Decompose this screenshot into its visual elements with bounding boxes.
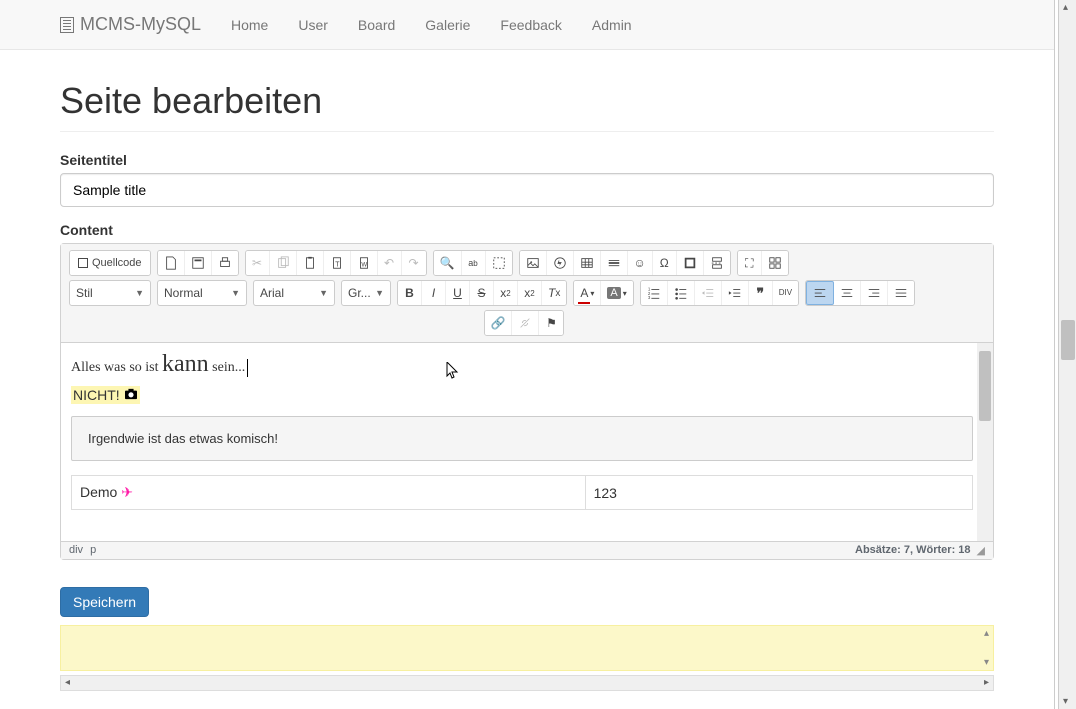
image-button[interactable]	[520, 251, 547, 275]
title-label: Seitentitel	[60, 152, 994, 168]
table-button[interactable]	[574, 251, 601, 275]
editor-content-area[interactable]: Alles was so ist kann sein... NICHT! Irg…	[61, 343, 993, 541]
removeformat-button[interactable]: Tx	[542, 281, 566, 305]
bottom-panel: ▴ ▾	[60, 625, 994, 671]
svg-text:3: 3	[648, 295, 651, 300]
panel-arrow-up[interactable]: ▴	[984, 628, 989, 639]
replace-button[interactable]: ab	[462, 251, 486, 275]
format-combo[interactable]: Normal▼	[157, 280, 247, 306]
content-table: Demo ✈ 123	[71, 475, 973, 510]
style-combo[interactable]: Stil▼	[69, 280, 151, 306]
nav-board[interactable]: Board	[343, 17, 410, 33]
blockquote-button[interactable]: ❞	[749, 281, 773, 305]
strike-button[interactable]: S	[470, 281, 494, 305]
copy-button[interactable]	[270, 251, 297, 275]
page-title: Seite bearbeiten	[60, 80, 994, 132]
paste-text-button[interactable]: T	[324, 251, 351, 275]
cut-button[interactable]: ✂	[246, 251, 270, 275]
svg-text:T: T	[335, 262, 340, 269]
brand[interactable]: MCMS-MySQL	[60, 14, 216, 35]
panel-arrow-down[interactable]: ▾	[984, 657, 989, 668]
align-justify-button[interactable]	[888, 281, 914, 305]
editor-toolbar: Quellcode ✂ T W ↶	[61, 244, 993, 343]
font-combo[interactable]: Arial▼	[253, 280, 335, 306]
brand-icon	[60, 17, 74, 33]
specialchar-button[interactable]: Ω	[653, 251, 677, 275]
svg-text:W: W	[361, 262, 367, 269]
indent-button[interactable]	[722, 281, 749, 305]
resize-handle[interactable]: ◢	[977, 544, 985, 557]
italic-button[interactable]: I	[422, 281, 446, 305]
undo-button[interactable]: ↶	[378, 251, 402, 275]
bgcolor-button[interactable]: A▾	[601, 281, 632, 305]
brand-text: MCMS-MySQL	[80, 14, 201, 35]
preview-button[interactable]	[185, 251, 212, 275]
nav-admin[interactable]: Admin	[577, 17, 647, 33]
nav-galerie[interactable]: Galerie	[410, 17, 485, 33]
table-row: Demo ✈ 123	[72, 476, 973, 510]
save-button[interactable]: Speichern	[60, 587, 149, 617]
wordcount: Absätze: 7, Wörter: 18	[855, 544, 971, 557]
content-quote: Irgendwie ist das etwas komisch!	[71, 416, 973, 461]
nav-home[interactable]: Home	[216, 17, 283, 33]
size-combo[interactable]: Gr...▼	[341, 280, 391, 306]
link-button[interactable]: 🔗	[485, 311, 513, 335]
selectall-button[interactable]	[486, 251, 512, 275]
page-vscroll[interactable]: ▴ ▾	[1058, 0, 1076, 709]
align-right-button[interactable]	[861, 281, 888, 305]
horizontal-scrollbar[interactable]: ◂▸	[60, 675, 994, 691]
content-line-1: Alles was so ist kann sein...	[71, 351, 973, 378]
bulletlist-button[interactable]	[668, 281, 695, 305]
plane-icon: ✈	[121, 484, 133, 500]
iframe-button[interactable]	[677, 251, 704, 275]
underline-button[interactable]: U	[446, 281, 470, 305]
superscript-button[interactable]: x2	[518, 281, 542, 305]
editor-vscroll[interactable]	[977, 343, 993, 541]
numberlist-button[interactable]: 123	[641, 281, 668, 305]
nav-user[interactable]: User	[283, 17, 343, 33]
hr-button[interactable]	[601, 251, 628, 275]
outdent-button[interactable]	[695, 281, 722, 305]
source-button[interactable]: Quellcode	[70, 251, 150, 275]
align-left-button[interactable]	[806, 281, 834, 305]
content-label: Content	[60, 222, 994, 238]
rich-text-editor: Quellcode ✂ T W ↶	[60, 243, 994, 560]
smiley-button[interactable]: ☺	[628, 251, 653, 275]
bold-button[interactable]: B	[398, 281, 422, 305]
div-button[interactable]: DIV	[773, 281, 798, 305]
unlink-button[interactable]	[512, 311, 539, 335]
paste-word-button[interactable]: W	[351, 251, 378, 275]
top-navbar: MCMS-MySQL Home User Board Galerie Feedb…	[0, 0, 1054, 50]
camera-icon	[124, 387, 138, 403]
newpage-button[interactable]	[158, 251, 185, 275]
showblocks-button[interactable]	[762, 251, 788, 275]
flash-button[interactable]	[547, 251, 574, 275]
editor-statusbar: div p Absätze: 7, Wörter: 18 ◢	[61, 541, 993, 559]
paste-button[interactable]	[297, 251, 324, 275]
redo-button[interactable]: ↷	[402, 251, 426, 275]
title-input[interactable]	[60, 173, 994, 207]
maximize-button[interactable]: ⛶	[738, 251, 762, 275]
textcolor-button[interactable]: A▾	[574, 281, 601, 305]
print-button[interactable]	[212, 251, 238, 275]
subscript-button[interactable]: x2	[494, 281, 518, 305]
align-center-button[interactable]	[834, 281, 861, 305]
find-button[interactable]: 🔍	[434, 251, 462, 275]
anchor-button[interactable]: ⚑	[539, 311, 563, 335]
pagebreak-button[interactable]	[704, 251, 730, 275]
content-marker: NICHT!	[71, 386, 140, 404]
element-path[interactable]: div p	[69, 544, 100, 557]
nav-feedback[interactable]: Feedback	[485, 17, 576, 33]
